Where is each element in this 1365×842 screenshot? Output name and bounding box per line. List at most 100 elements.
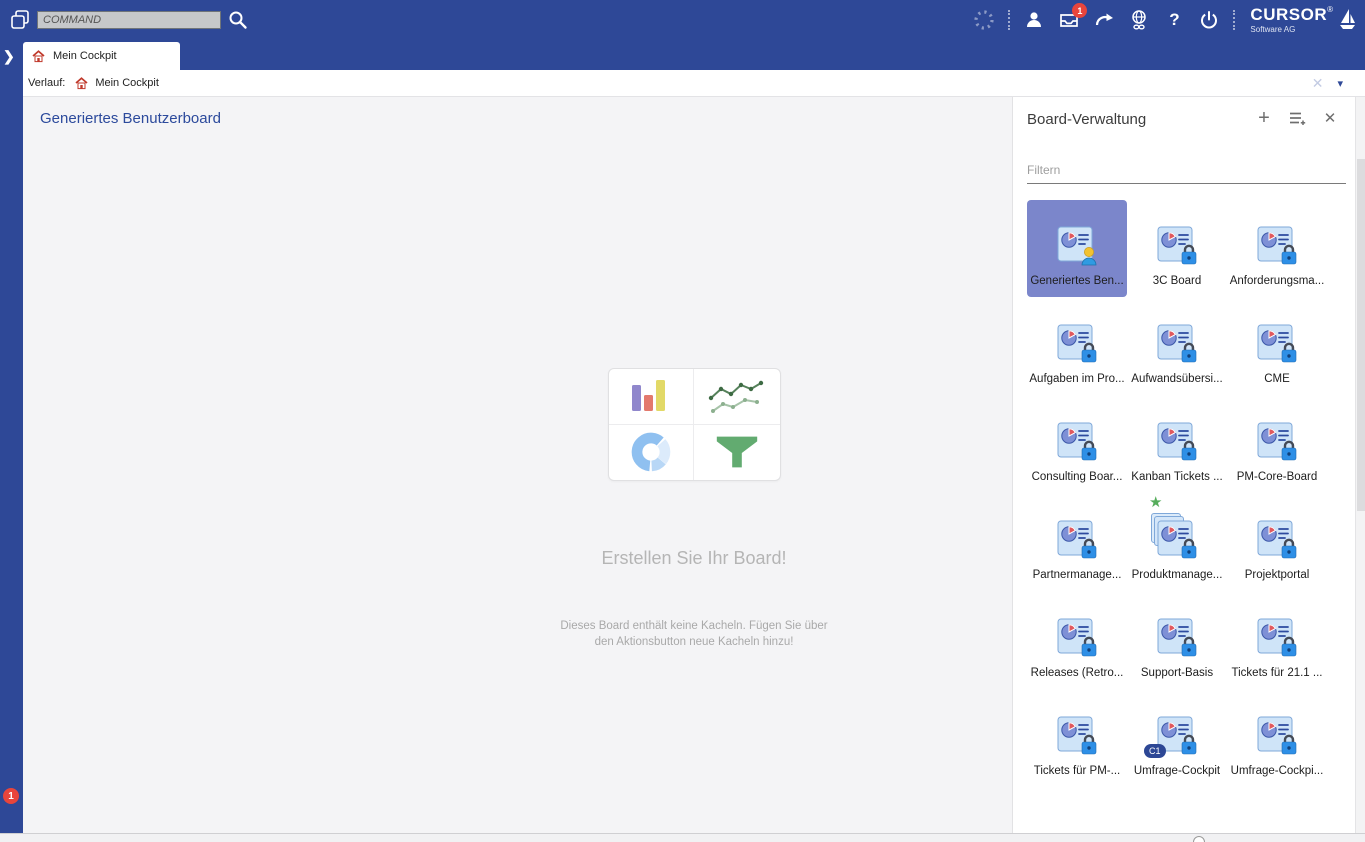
close-panel-icon[interactable]: ✕ xyxy=(1321,109,1339,127)
board-tile-icon: C1 xyxy=(1253,518,1301,564)
sailboat-icon xyxy=(1340,9,1355,29)
board-tile[interactable]: ★ xyxy=(1227,200,1327,297)
board-tile-icon: C1 xyxy=(1144,714,1201,760)
history-entry-mein-cockpit[interactable]: Mein Cockpit xyxy=(75,76,159,90)
tab-label: Mein Cockpit xyxy=(53,50,117,62)
board-tile[interactable]: ★ xyxy=(1127,690,1227,787)
panel-title: Board-Verwaltung xyxy=(1027,111,1147,128)
donut-chart-icon xyxy=(609,424,694,480)
inbox-icon[interactable]: 1 xyxy=(1058,3,1088,31)
board-tile-label: 3C Board xyxy=(1152,275,1202,287)
board-tile[interactable]: ★ xyxy=(1127,200,1227,297)
app-window: 1 ? xyxy=(0,0,1365,842)
board-tile-label: Kanban Tickets ... xyxy=(1131,471,1223,483)
bottom-bar xyxy=(0,833,1365,842)
board-title: Generiertes Benutzerboard xyxy=(40,110,221,127)
expand-sidebar-chevron-icon[interactable]: ❯ xyxy=(3,48,15,65)
empty-board-description: Dieses Board enthält keine Kacheln. Füge… xyxy=(560,618,827,650)
panel-scrollbar-thumb[interactable] xyxy=(1357,159,1365,511)
board-tile-icon: C1 xyxy=(1053,322,1101,368)
board-tile-icon: C1 xyxy=(1253,322,1301,368)
board-tile[interactable]: ★ xyxy=(1027,592,1127,689)
board-tile[interactable]: ★ xyxy=(1127,396,1227,493)
board-tile-grid: ★ xyxy=(1027,200,1329,788)
sidebar-notification-badge[interactable]: 1 xyxy=(3,788,19,804)
command-input[interactable] xyxy=(37,11,221,29)
filter-input[interactable] xyxy=(1027,157,1346,183)
spinner-icon xyxy=(973,9,995,31)
user-icon[interactable] xyxy=(1023,9,1045,31)
board-tile[interactable]: ★ xyxy=(1027,396,1127,493)
history-entry-label: Mein Cockpit xyxy=(95,77,159,89)
add-board-icon[interactable]: + xyxy=(1255,107,1273,129)
board-tile-icon: C1 xyxy=(1053,420,1101,466)
inbox-badge: 1 xyxy=(1072,3,1088,18)
board-tile[interactable]: ★ xyxy=(1027,690,1127,787)
empty-board-description-line2: den Aktionsbutton neue Kacheln hinzu! xyxy=(594,636,794,648)
board-tile-label: Aufwandsübersi... xyxy=(1131,373,1223,385)
history-label: Verlauf: xyxy=(28,77,66,89)
board-tile-icon: C1 xyxy=(1253,420,1301,466)
search-icon[interactable] xyxy=(227,9,249,31)
board-tile-label: Aufgaben im Pro... xyxy=(1029,373,1125,385)
board-tile[interactable]: ★ xyxy=(1227,494,1327,591)
help-icon[interactable]: ? xyxy=(1163,9,1185,31)
top-bar-actions: 1 ? CURSOR® Software AG xyxy=(973,0,1357,40)
divider xyxy=(1233,10,1236,30)
board-tile[interactable]: ★ xyxy=(1027,298,1127,395)
layers-icon[interactable] xyxy=(8,8,32,32)
add-list-icon[interactable] xyxy=(1288,109,1306,127)
board-tile-label: PM-Core-Board xyxy=(1236,471,1318,483)
board-tile[interactable]: ★ xyxy=(1227,298,1327,395)
c1-badge: C1 xyxy=(1144,744,1166,758)
board-tile-label: Consulting Boar... xyxy=(1031,471,1123,483)
board-tile[interactable]: ★ xyxy=(1127,592,1227,689)
home-icon xyxy=(75,76,88,89)
board-tile-label: Partnermanage... xyxy=(1032,569,1122,581)
board-tile-icon: C1 xyxy=(1153,616,1201,662)
board-tile-label: CME xyxy=(1264,373,1290,385)
board-tile-icon: C1 xyxy=(1153,224,1201,270)
board-tile-label: Tickets für PM-... xyxy=(1033,765,1121,777)
board-tile-label: Umfrage-Cockpi... xyxy=(1230,765,1324,777)
panel-scrollbar-track xyxy=(1355,97,1365,833)
empty-board-illustration xyxy=(607,368,781,481)
board-tile[interactable]: ★ xyxy=(1227,396,1327,493)
board-tile[interactable]: ★ xyxy=(1227,690,1327,787)
board-tile-icon: C1 xyxy=(1153,420,1201,466)
board-tile-icon: C1 xyxy=(1053,518,1101,564)
clear-history-icon[interactable]: ✕ xyxy=(1312,75,1324,92)
board-tile-icon: C1 xyxy=(1253,616,1301,662)
board-tile-label: Releases (Retro... xyxy=(1030,667,1124,679)
board-tile[interactable]: ★ xyxy=(1127,298,1227,395)
home-icon xyxy=(32,49,45,62)
board-tile-label: Support-Basis xyxy=(1140,667,1214,679)
power-icon[interactable] xyxy=(1198,9,1220,31)
board-tile-label: Generiertes Ben... xyxy=(1030,275,1124,287)
globe-link-icon[interactable] xyxy=(1128,9,1150,31)
board-tile[interactable]: ★ xyxy=(1027,200,1127,297)
board-tile[interactable]: ★ xyxy=(1127,494,1227,591)
board-tile-icon: C1 xyxy=(1153,322,1201,368)
empty-board-description-line1: Dieses Board enthält keine Kacheln. Füge… xyxy=(560,620,828,632)
panel-actions: + ✕ xyxy=(1255,107,1339,129)
board-tile-label: Anforderungsma... xyxy=(1229,275,1325,287)
board-tile-icon: C1 xyxy=(1053,616,1101,662)
line-chart-icon xyxy=(694,369,780,425)
board-tile-icon: C1 xyxy=(1253,224,1301,270)
tab-mein-cockpit[interactable]: Mein Cockpit xyxy=(23,42,180,70)
cursor-logo-text: CURSOR® Software AG xyxy=(1250,5,1333,34)
board-tile-icon: C1 xyxy=(1053,224,1101,270)
top-bar: 1 ? xyxy=(0,0,1365,40)
history-dropdown-caret-icon[interactable]: ▾ xyxy=(1337,77,1343,90)
board-tile[interactable]: ★ xyxy=(1027,494,1127,591)
history-controls: ✕ ▾ xyxy=(1312,75,1343,92)
cursor-logo[interactable]: CURSOR® Software AG xyxy=(1250,6,1357,34)
board-tile-label: Produktmanage... xyxy=(1131,569,1223,581)
panel-bottom-handle[interactable] xyxy=(1193,836,1205,842)
board-tile[interactable]: ★ xyxy=(1227,592,1327,689)
redo-arrow-icon[interactable] xyxy=(1093,9,1115,31)
left-sidebar-strip: ❯ 1 xyxy=(0,40,23,833)
board-tile-label: Projektportal xyxy=(1244,569,1310,581)
favorite-star-icon: ★ xyxy=(1149,494,1163,511)
